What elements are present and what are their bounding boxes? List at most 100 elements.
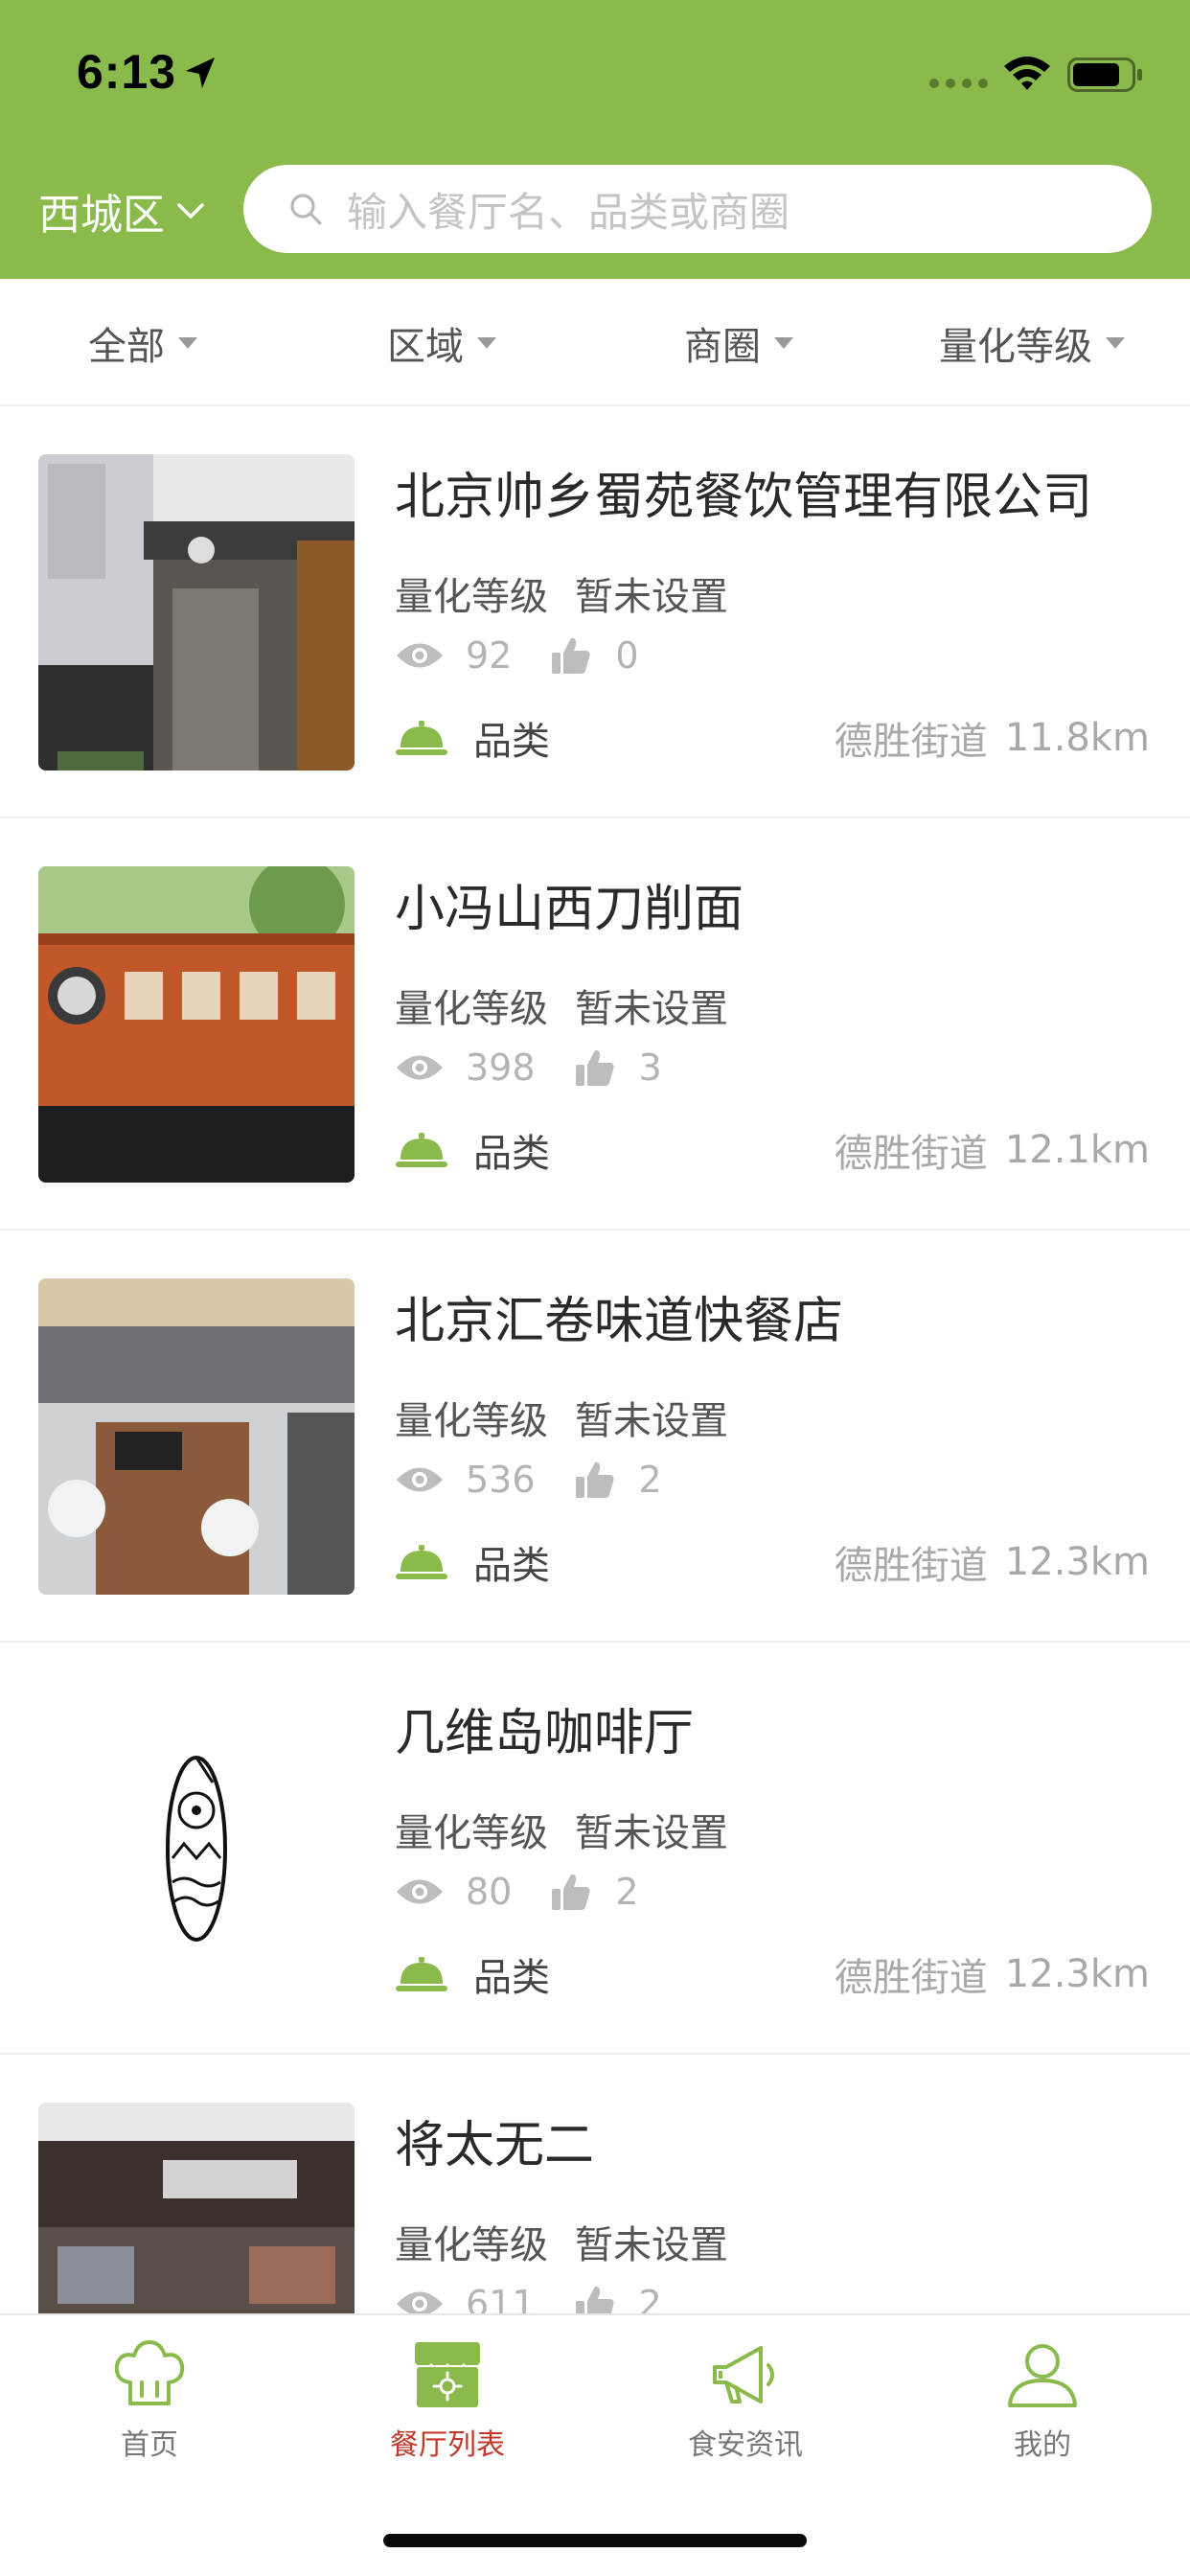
location-row: 德胜街道 12.3km <box>835 1949 1150 2000</box>
city-selector[interactable]: 西城区 <box>38 182 205 240</box>
cloche-icon <box>396 1545 447 1579</box>
view-count: 398 <box>466 1046 536 1089</box>
tab-profile[interactable]: 我的 <box>937 2338 1148 2463</box>
status-time: 6:13 <box>77 45 177 99</box>
filter-label: 区域 <box>387 324 464 369</box>
caret-down-icon <box>178 336 197 349</box>
view-count: 92 <box>466 634 513 677</box>
location-arrow-icon <box>186 58 215 88</box>
grade-label: 量化等级 <box>395 1399 548 1443</box>
restaurant-photo <box>38 454 355 770</box>
restaurant-photo <box>38 2103 355 2313</box>
filter-all[interactable]: 全部 <box>88 279 197 406</box>
category-label: 品类 <box>473 1544 550 1588</box>
grade-label: 量化等级 <box>395 987 548 1031</box>
search-icon <box>290 194 322 225</box>
tab-label: 首页 <box>121 2428 178 2462</box>
thumbs-up-icon[interactable] <box>574 1460 616 1500</box>
view-count: 80 <box>466 1871 513 1913</box>
battery-icon <box>1067 58 1142 92</box>
restaurant-card[interactable]: 北京帅乡蜀苑餐饮管理有限公司 量化等级 暂未设置 92 0 品类 德胜街道 11.8… <box>0 406 1190 818</box>
grade-value: 暂未设置 <box>575 1811 728 1855</box>
eye-icon <box>397 1055 443 1080</box>
tab-food-safety-news[interactable]: 食安资讯 <box>640 2338 851 2463</box>
category-label: 品类 <box>473 1956 550 2000</box>
thumbs-up-icon[interactable] <box>550 635 592 676</box>
location-row: 德胜街道 11.8km <box>834 713 1150 764</box>
chef-hat-icon <box>114 2340 185 2405</box>
chevron-down-icon <box>177 203 204 218</box>
restaurant-name: 北京帅乡蜀苑餐饮管理有限公司 <box>395 469 1093 526</box>
stats-row: 92 0 <box>395 632 639 679</box>
caret-down-icon <box>774 336 793 349</box>
grade-row: 量化等级 暂未设置 <box>395 978 728 1033</box>
search-input[interactable]: 输入餐厅名、品类或商圈 <box>243 165 1152 253</box>
grade-label: 量化等级 <box>395 1811 548 1855</box>
cloche-icon <box>396 1957 447 1991</box>
filter-label: 商圈 <box>684 324 761 369</box>
grade-label: 量化等级 <box>395 2223 548 2267</box>
restaurant-name: 小冯山西刀削面 <box>395 881 744 938</box>
caret-down-icon <box>477 336 496 349</box>
cellular-signal-icon <box>929 79 989 88</box>
wifi-icon <box>1004 57 1050 90</box>
restaurant-name: 北京汇卷味道快餐店 <box>395 1293 844 1350</box>
restaurant-name: 将太无二 <box>395 2117 595 2174</box>
restaurant-card[interactable]: 小冯山西刀削面 量化等级 暂未设置 398 3 品类 德胜街道 12.1km <box>0 818 1190 1230</box>
like-count: 2 <box>638 2283 662 2313</box>
street-name: 德胜街道 <box>834 1132 988 1176</box>
view-count: 536 <box>466 1459 536 1501</box>
shop-icon <box>413 2342 481 2407</box>
thumbs-up-icon[interactable] <box>550 1872 592 1912</box>
grade-value: 暂未设置 <box>575 987 728 1031</box>
city-label: 西城区 <box>38 191 165 240</box>
restaurant-card[interactable]: 北京汇卷味道快餐店 量化等级 暂未设置 536 2 品类 德胜街道 12.3km <box>0 1230 1190 1643</box>
category-label: 品类 <box>473 1132 550 1176</box>
stats-row: 611 2 <box>395 2280 662 2313</box>
filter-area[interactable]: 区域 <box>387 279 496 406</box>
stats-row: 536 2 <box>395 1456 662 1504</box>
location-row: 德胜街道 12.1km <box>834 1125 1150 1176</box>
status-bar: 6:13 <box>0 0 1190 144</box>
distance: 11.8km <box>1004 716 1150 760</box>
category-label: 品类 <box>473 720 550 764</box>
eye-icon <box>397 2291 443 2313</box>
category-row: 品类 <box>395 1537 550 1588</box>
restaurant-card[interactable]: 将太无二 量化等级 暂未设置 611 2 <box>0 2055 1190 2313</box>
tab-label: 食安资讯 <box>688 2428 803 2462</box>
tab-restaurant-list[interactable]: 餐厅列表 <box>342 2338 553 2463</box>
restaurant-card[interactable]: 几维岛咖啡厅 量化等级 暂未设置 80 2 品类 德胜街道 12.3km <box>0 1643 1190 2055</box>
like-count: 2 <box>615 1871 639 1913</box>
grade-value: 暂未设置 <box>575 1399 728 1443</box>
filter-business-district[interactable]: 商圈 <box>684 279 793 406</box>
megaphone-icon <box>713 2346 774 2404</box>
tab-home[interactable]: 首页 <box>44 2338 255 2463</box>
eye-icon <box>397 1467 443 1492</box>
street-name: 德胜街道 <box>834 720 988 764</box>
caret-down-icon <box>1106 336 1125 349</box>
filter-label: 全部 <box>88 324 165 369</box>
cloche-icon <box>396 721 447 755</box>
restaurant-photo <box>38 1690 355 2007</box>
grade-row: 量化等级 暂未设置 <box>395 1802 728 1857</box>
grade-value: 暂未设置 <box>575 2223 728 2267</box>
category-row: 品类 <box>395 713 550 764</box>
category-row: 品类 <box>395 1949 550 2000</box>
cloche-icon <box>396 1133 447 1167</box>
distance: 12.3km <box>1004 1952 1150 1996</box>
street-name: 德胜街道 <box>834 1544 988 1588</box>
grade-row: 量化等级 暂未设置 <box>395 1390 728 1445</box>
filter-label: 量化等级 <box>939 324 1092 369</box>
restaurant-photo <box>38 1278 355 1595</box>
grade-value: 暂未设置 <box>575 575 728 619</box>
like-count: 0 <box>615 634 639 677</box>
location-row: 德胜街道 12.3km <box>834 1537 1150 1588</box>
home-indicator[interactable] <box>383 2534 807 2547</box>
thumbs-up-icon[interactable] <box>574 1047 616 1088</box>
filter-bar: 全部 区域 商圈 量化等级 <box>0 279 1190 406</box>
restaurant-photo <box>38 866 355 1183</box>
grade-row: 量化等级 暂未设置 <box>395 2214 728 2269</box>
filter-grade[interactable]: 量化等级 <box>939 279 1125 406</box>
thumbs-up-icon[interactable] <box>574 2284 616 2313</box>
grade-label: 量化等级 <box>395 575 548 619</box>
